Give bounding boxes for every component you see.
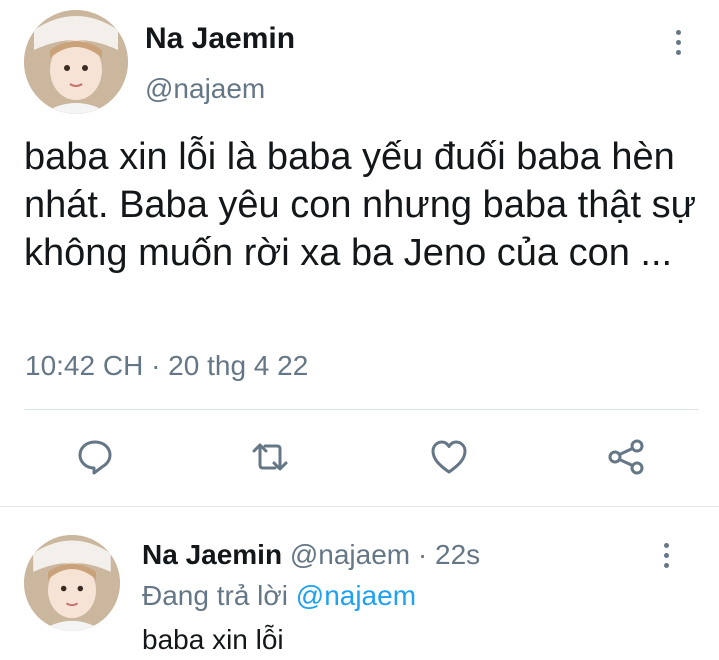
- speech-bubble-icon: [78, 440, 112, 475]
- retweet-icon: [252, 443, 288, 471]
- like-button[interactable]: [427, 435, 471, 479]
- reply-header: Na Jaemin @najaem · 22s: [142, 539, 480, 571]
- reply-avatar[interactable]: [24, 535, 120, 631]
- replying-to-prefix: Đang trả lời: [142, 580, 288, 611]
- author-name[interactable]: Na Jaemin: [145, 22, 295, 56]
- reply-more-options-icon[interactable]: [659, 543, 673, 568]
- avatar-image: [24, 10, 128, 114]
- reply-author-name[interactable]: Na Jaemin: [142, 539, 282, 570]
- replying-to-handle[interactable]: @najaem: [296, 580, 416, 611]
- avatar-image: [24, 535, 120, 631]
- reply-tweet-text: baba xin lỗi: [142, 624, 284, 655]
- tweet-timestamp[interactable]: 10:42 CH · 20 thg 4 22: [25, 350, 308, 382]
- share-button[interactable]: [604, 435, 648, 479]
- avatar[interactable]: [24, 10, 128, 114]
- reply-author-handle[interactable]: @najaem: [290, 539, 410, 570]
- divider: [24, 409, 699, 410]
- tweet-text: baba xin lỗi là baba yếu đuối baba hèn n…: [24, 136, 697, 274]
- heart-icon: [431, 440, 467, 474]
- share-icon: [608, 439, 644, 475]
- more-options-icon[interactable]: [671, 30, 685, 55]
- divider: [0, 506, 719, 507]
- author-handle[interactable]: @najaem: [145, 73, 265, 105]
- replying-to-line: Đang trả lời @najaem: [142, 580, 416, 612]
- reply-time-ago[interactable]: · 22s: [418, 539, 480, 570]
- reply-button[interactable]: [73, 435, 117, 479]
- retweet-button[interactable]: [248, 435, 292, 479]
